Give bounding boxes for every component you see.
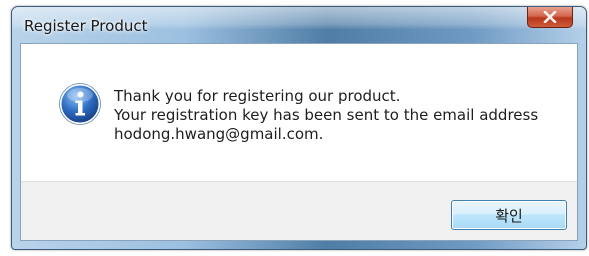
close-button[interactable]: [527, 7, 573, 28]
message-text: Thank you for registering our product. Y…: [114, 87, 538, 144]
dialog-window: Register Product Thank you for registeri…: [11, 6, 587, 250]
message-area: Thank you for registering our product. Y…: [21, 44, 577, 181]
close-icon: [543, 11, 557, 23]
ok-button[interactable]: 확인: [451, 200, 567, 230]
message-line: hodong.hwang@gmail.com.: [114, 125, 324, 143]
message-line: Thank you for registering our product.: [114, 87, 401, 105]
dialog-body: Thank you for registering our product. Y…: [20, 43, 578, 241]
information-icon: [59, 83, 101, 125]
title-bar[interactable]: Register Product: [12, 7, 586, 45]
button-bar: 확인: [21, 181, 577, 240]
message-line: Your registration key has been sent to t…: [114, 106, 539, 124]
window-title: Register Product: [24, 17, 148, 35]
